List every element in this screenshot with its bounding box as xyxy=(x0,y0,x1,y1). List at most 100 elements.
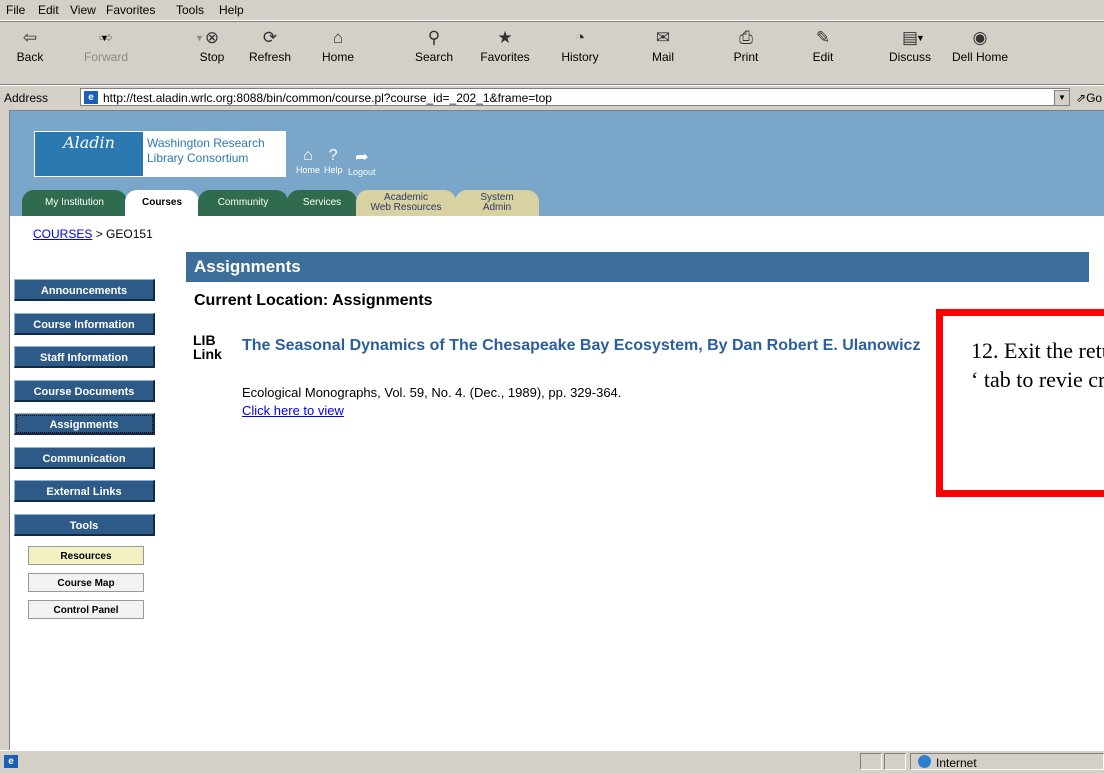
status-pane-2 xyxy=(884,753,906,770)
menu-view[interactable]: View xyxy=(70,3,96,17)
toolbar-label: Dell Home xyxy=(951,50,1008,64)
edit-button[interactable]: ✎ Edit xyxy=(793,24,853,80)
go-button[interactable]: ⇗Go xyxy=(1076,91,1102,105)
tab-courses[interactable]: Courses xyxy=(125,190,199,216)
address-bar: Address e http://test.aladin.wrlc.org:80… xyxy=(0,86,1104,111)
view-link[interactable]: Click here to view xyxy=(242,403,344,418)
back-dropdown-arrow[interactable]: ▼ xyxy=(100,33,109,43)
nav-course-documents[interactable]: Course Documents xyxy=(14,380,155,402)
tab-academic-web-resources[interactable]: Academic Web Resources xyxy=(356,190,456,216)
print-icon: ⎙ xyxy=(739,28,753,47)
breadcrumb-courses-link[interactable]: COURSES xyxy=(33,227,92,241)
status-zone: Internet xyxy=(936,756,977,770)
callout-text: 12. Exit the return to yo select the ‘ t… xyxy=(971,338,1104,392)
site-banner: Aladin Washington Research Library Conso… xyxy=(10,111,1104,216)
discuss-button[interactable]: ▤ Discuss xyxy=(880,24,940,80)
nav-external-links[interactable]: External Links xyxy=(14,480,155,502)
tab-services[interactable]: Services xyxy=(287,190,357,216)
search-icon: ⚲ xyxy=(427,28,441,47)
menu-tools[interactable]: Tools xyxy=(176,3,204,17)
favorites-button[interactable]: ★ Favorites xyxy=(475,24,535,80)
tab-my-institution[interactable]: My Institution xyxy=(22,190,127,216)
toolbar-label: Refresh xyxy=(248,50,292,64)
menu-favorites[interactable]: Favorites xyxy=(106,3,155,17)
logo-text-line-1: Washington Research xyxy=(147,136,265,150)
lib-link-icon[interactable]: LIB Link xyxy=(193,333,231,367)
address-url[interactable]: http://test.aladin.wrlc.org:8088/bin/com… xyxy=(103,91,552,105)
stop-button[interactable]: ⊗ Stop xyxy=(182,24,242,80)
banner-help-link[interactable]: ? Help xyxy=(324,147,343,175)
tools-control-panel-button[interactable]: Control Panel xyxy=(28,600,144,619)
nav-assignments[interactable]: Assignments xyxy=(14,413,155,435)
breadcrumb-current: GEO151 xyxy=(106,227,153,241)
address-input[interactable]: e http://test.aladin.wrlc.org:8088/bin/c… xyxy=(80,88,1070,106)
toolbar-label: Edit xyxy=(812,50,834,64)
tools-resources-button[interactable]: Resources xyxy=(28,546,144,565)
help-icon: ? xyxy=(328,147,338,164)
aladin-logo-art: Aladin xyxy=(35,132,143,176)
home-building-icon: ⌂ xyxy=(303,147,313,164)
forward-dropdown-arrow[interactable]: ▼ xyxy=(195,33,204,43)
menu-file[interactable]: File xyxy=(6,3,25,17)
nav-tools[interactable]: Tools xyxy=(14,514,155,536)
mail-icon: ✉ xyxy=(655,28,671,47)
page-icon: e xyxy=(84,91,98,104)
status-pane-1 xyxy=(860,753,882,770)
menu-help[interactable]: Help xyxy=(219,3,244,17)
toolbar-label: Stop xyxy=(199,50,225,64)
nav-communication[interactable]: Communication xyxy=(14,447,155,469)
back-icon: ⇦ xyxy=(22,28,38,47)
address-label: Address xyxy=(4,91,49,105)
edit-dropdown-arrow[interactable]: ▼ xyxy=(916,33,925,43)
search-button[interactable]: ⚲ Search xyxy=(404,24,464,80)
toolbar-label: Search xyxy=(414,50,454,64)
print-button[interactable]: ⎙ Print xyxy=(716,24,776,80)
wrlc-logo[interactable]: Aladin Washington Research Library Conso… xyxy=(34,131,286,177)
banner-home-label: Home xyxy=(296,165,321,175)
page-title: Assignments xyxy=(186,252,1089,282)
nav-course-information[interactable]: Course Information xyxy=(14,313,155,335)
history-icon: ◔ xyxy=(574,28,586,47)
menu-edit[interactable]: Edit xyxy=(38,3,59,17)
lib-icon-line-2: Link xyxy=(193,346,222,362)
banner-help-label: Help xyxy=(324,165,343,175)
status-page-icon: e xyxy=(4,755,18,768)
banner-home-link[interactable]: ⌂ Home xyxy=(296,147,320,175)
toolbar-label: Print xyxy=(733,50,759,64)
logout-icon: ➦ xyxy=(355,149,369,166)
back-button[interactable]: ⇦ Back xyxy=(0,24,60,80)
browser-toolbar: ⇦ Back ⇨ Forward ⊗ Stop ⟳ Refresh ⌂ Home ⚲ Search ★ F… xyxy=(0,21,1104,85)
banner-logout-link[interactable]: ➦ Logout xyxy=(348,147,376,177)
tab-label: My Institution xyxy=(45,197,104,208)
current-location: Current Location: Assignments xyxy=(194,292,433,309)
tab-community[interactable]: Community xyxy=(198,190,288,216)
nav-announcements[interactable]: Announcements xyxy=(14,279,155,301)
internet-globe-icon xyxy=(918,755,931,768)
toolbar-label: Discuss xyxy=(888,50,931,64)
tab-system-admin[interactable]: System Admin xyxy=(455,190,539,216)
refresh-button[interactable]: ⟳ Refresh xyxy=(240,24,300,80)
assignment-title: The Seasonal Dynamics of The Chesapeake … xyxy=(242,337,921,354)
logo-script: Aladin xyxy=(63,133,115,152)
nav-staff-information[interactable]: Staff Information xyxy=(14,346,155,368)
home-icon: ⌂ xyxy=(332,28,344,47)
tab-label: Services xyxy=(302,197,342,208)
assignment-citation: Ecological Monographs, Vol. 59, No. 4. (… xyxy=(242,385,622,400)
menu-bar: File Edit View Favorites Tools Help xyxy=(0,0,1104,21)
address-dropdown-button[interactable]: ▼ xyxy=(1054,90,1070,106)
home-button[interactable]: ⌂ Home xyxy=(308,24,368,80)
stop-icon: ⊗ xyxy=(204,28,220,47)
dell-home-button[interactable]: ◉ Dell Home xyxy=(950,24,1010,80)
go-label: Go xyxy=(1086,91,1103,105)
tools-course-map-button[interactable]: Course Map xyxy=(28,573,144,592)
instruction-callout: 12. Exit the return to yo select the ‘ t… xyxy=(936,309,1104,497)
tab-label-line-2: Admin xyxy=(482,202,512,213)
toolbar-label: Back xyxy=(16,50,44,64)
breadcrumb: COURSES > GEO151 xyxy=(33,227,153,241)
logo-text: Washington Research Library Consortium xyxy=(147,136,265,166)
history-button[interactable]: ◔ History xyxy=(550,24,610,80)
refresh-icon: ⟳ xyxy=(262,28,278,47)
mail-button[interactable]: ✉ Mail xyxy=(633,24,693,80)
frame-border xyxy=(0,110,10,750)
breadcrumb-separator: > xyxy=(95,227,103,241)
